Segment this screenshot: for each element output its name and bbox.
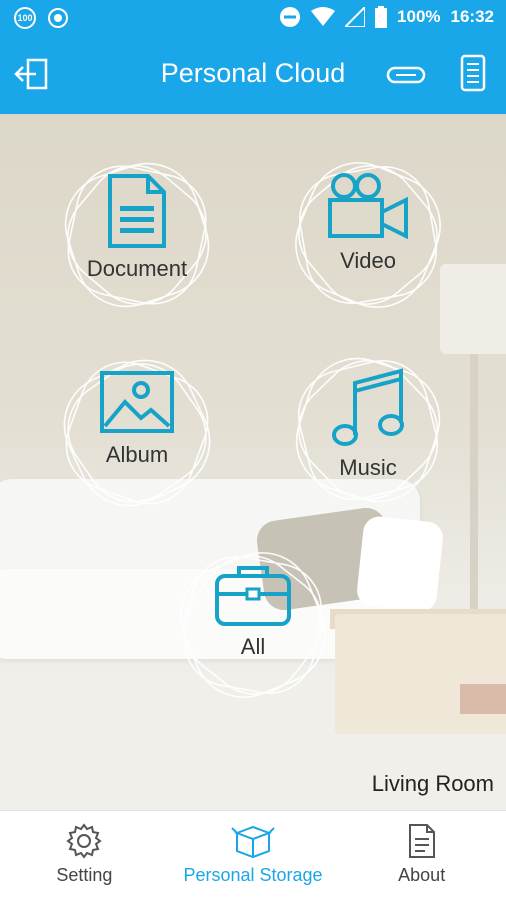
- nav-label: Personal Storage: [183, 865, 323, 885]
- nav-label: Setting: [56, 865, 113, 885]
- nav-about[interactable]: About: [337, 811, 506, 900]
- device-icon[interactable]: [386, 64, 426, 86]
- data-saver-badge-icon: 100: [14, 7, 36, 29]
- box-icon: [231, 825, 275, 859]
- category-label: Video: [340, 248, 396, 273]
- wifi-icon: [311, 7, 336, 26]
- bottom-navigation: Setting Personal Storage About: [0, 810, 506, 900]
- music-note-icon: [332, 368, 404, 446]
- remote-icon[interactable]: [460, 54, 486, 92]
- nav-setting[interactable]: Setting: [0, 811, 169, 900]
- category-label: Album: [105, 442, 169, 467]
- lamp-pole: [470, 354, 478, 624]
- status-bar: 100 100% 16:32: [0, 0, 506, 36]
- category-video[interactable]: Video: [283, 150, 453, 320]
- book: [460, 684, 506, 714]
- coffee-table: [335, 614, 506, 734]
- status-time: 16:32: [450, 7, 494, 26]
- category-all[interactable]: All: [168, 540, 338, 710]
- document-icon: [408, 824, 435, 858]
- do-not-disturb-icon: [280, 7, 301, 27]
- page-title: Personal Cloud: [160, 58, 346, 88]
- document-icon: [108, 174, 166, 248]
- record-indicator-icon: [48, 8, 68, 28]
- app-bar: Personal Cloud: [0, 36, 506, 114]
- category-label: All: [240, 634, 266, 659]
- nav-personal-storage[interactable]: Personal Storage: [169, 811, 338, 900]
- toolbox-icon: [215, 566, 291, 626]
- category-album[interactable]: Album: [52, 348, 222, 518]
- signal-icon: [345, 7, 366, 27]
- nav-label: About: [398, 865, 446, 885]
- category-document[interactable]: Document: [52, 150, 222, 320]
- battery-icon: [375, 6, 388, 28]
- video-camera-icon: [328, 173, 408, 240]
- category-music[interactable]: Music: [283, 345, 453, 515]
- battery-percent: 100%: [397, 7, 441, 26]
- gear-icon: [66, 823, 102, 859]
- image-icon: [100, 371, 174, 433]
- category-label: Music: [339, 455, 397, 480]
- location-label: Living Room: [371, 771, 494, 796]
- category-label: Document: [86, 256, 188, 281]
- pillow: [355, 515, 445, 613]
